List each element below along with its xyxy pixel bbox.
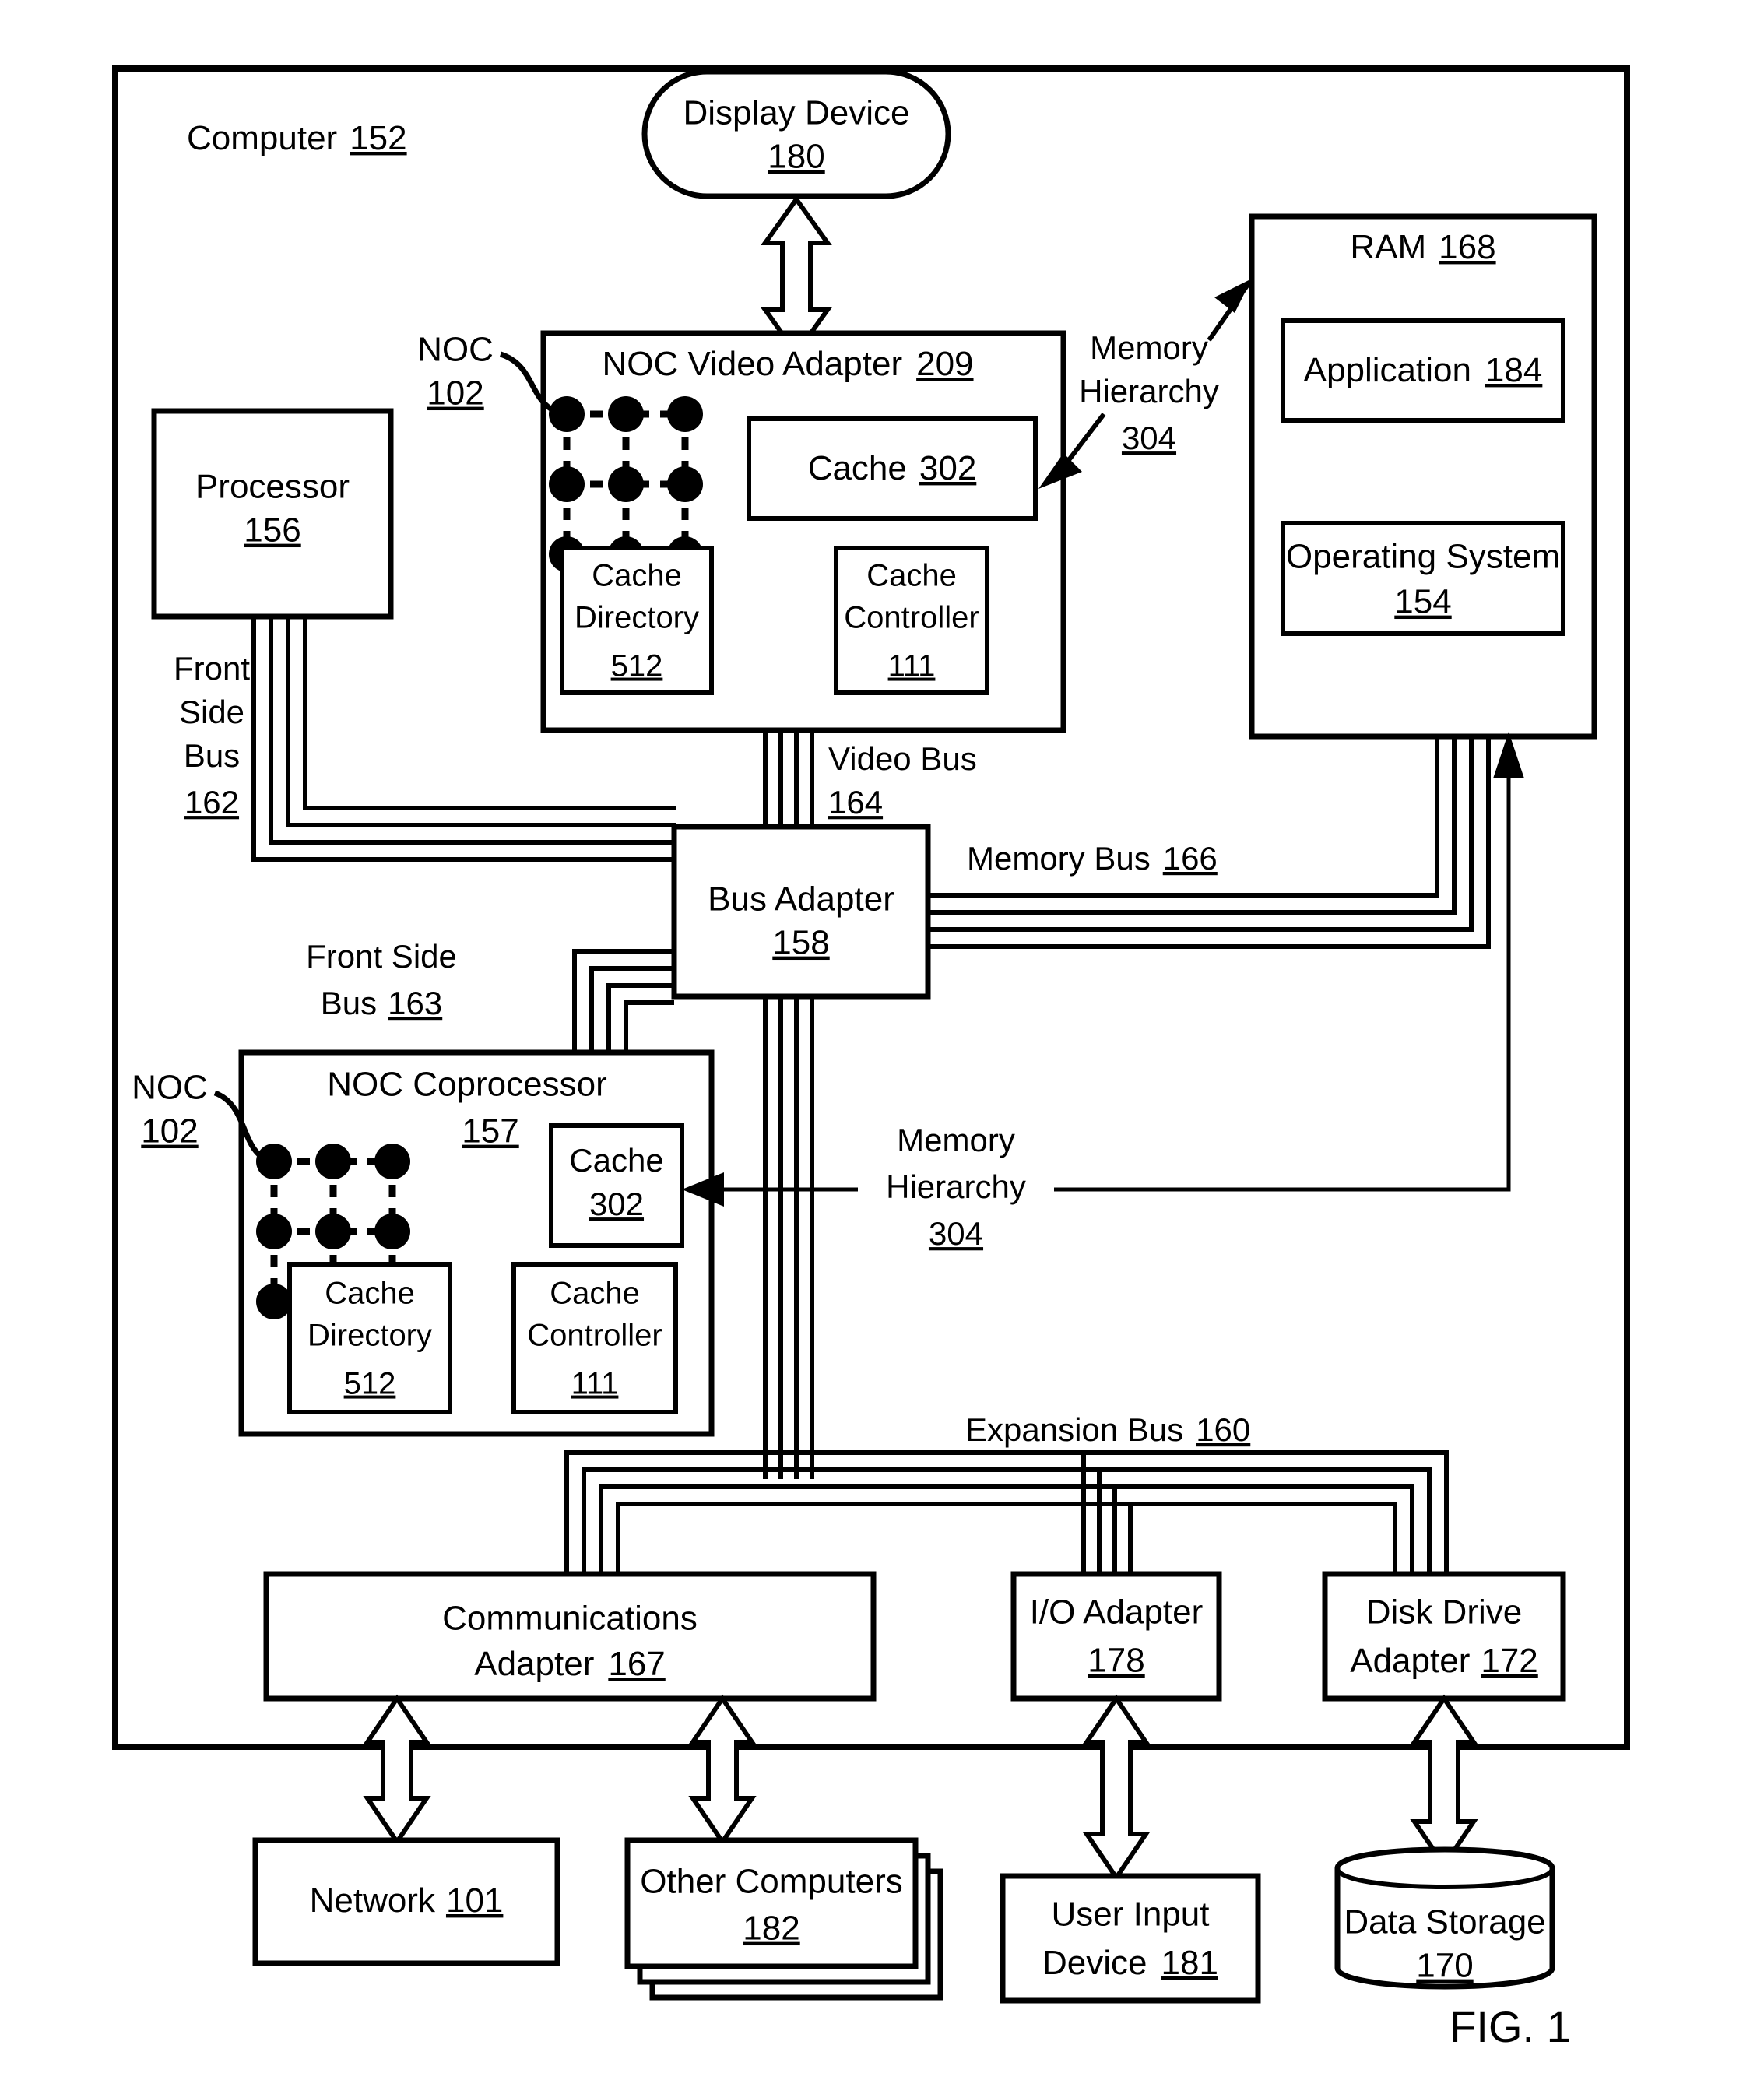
operating-system-label: Operating System (1286, 538, 1560, 576)
memory-hierarchy-bottom-ref: 304 (929, 1215, 983, 1252)
processor-label: Processor (195, 468, 350, 506)
expansion-bus-label: Expansion Bus 160 (965, 1411, 1250, 1448)
copro-cache-controller-line2: Controller (527, 1319, 662, 1353)
disk-drive-adapter-line2: Adapter 172 (1350, 1642, 1538, 1680)
video-cache-controller-ref: 111 (888, 649, 936, 683)
network-label: Network 101 (310, 1881, 504, 1920)
video-cache-controller-line2: Controller (844, 601, 979, 635)
user-input-device-line2: Device 181 (1042, 1944, 1218, 1982)
io-adapter-label: I/O Adapter (1030, 1593, 1204, 1632)
noc-label-top: NOC (417, 331, 494, 369)
memory-hierarchy-top-line1: Memory (1090, 329, 1208, 366)
memory-bus-label: Memory Bus 166 (967, 840, 1218, 877)
front-side-bus-162-line3: Bus (184, 737, 240, 774)
communications-adapter-line1: Communications (442, 1600, 698, 1638)
copro-cache-ref: 302 (589, 1186, 644, 1222)
memory-hierarchy-bottom-line1: Memory (897, 1122, 1015, 1158)
front-side-bus-162-line2: Side (179, 694, 244, 730)
noc-ref-bottom: 102 (141, 1112, 198, 1151)
computer-label: Computer 152 (187, 119, 407, 157)
copro-cache-directory-line2: Directory (307, 1319, 432, 1353)
display-device-box (641, 69, 951, 199)
data-storage-label: Data Storage (1344, 1903, 1545, 1941)
copro-cache-controller-ref: 111 (571, 1367, 619, 1401)
other-computers-label: Other Computers (640, 1863, 902, 1901)
io-user-input-arrow (1082, 1694, 1151, 1882)
video-bus-label: Video Bus (828, 740, 977, 777)
memory-hierarchy-bottom-line2: Hierarchy (886, 1168, 1026, 1205)
ram-box (1249, 213, 1597, 740)
disk-drive-adapter-line1: Disk Drive (1366, 1593, 1522, 1632)
noc-video-adapter-label: NOC Video Adapter 209 (602, 345, 973, 383)
application-label: Application 184 (1304, 351, 1543, 389)
user-input-device-line1: User Input (1052, 1896, 1210, 1934)
memory-hierarchy-top-line2: Hierarchy (1079, 373, 1219, 409)
copro-cache-label: Cache (569, 1142, 663, 1179)
ram-label: RAM 168 (1350, 228, 1495, 266)
display-device-ref: 180 (768, 138, 824, 176)
figure-canvas: Computer 152 Display Device 180 NOC Video… (112, 65, 1630, 2051)
video-bus-ref: 164 (828, 784, 883, 820)
copro-cache-directory-line1: Cache (325, 1277, 415, 1311)
processor-ref: 156 (244, 511, 300, 550)
front-side-bus-162-line1: Front (174, 650, 250, 687)
video-cache-controller-line1: Cache (866, 559, 957, 593)
front-side-bus-163-line1: Front Side (306, 938, 457, 975)
operating-system-ref: 154 (1394, 583, 1451, 621)
other-computers-ref: 182 (743, 1910, 799, 1948)
video-cache-directory-line1: Cache (592, 559, 682, 593)
data-storage-ref: 170 (1416, 1947, 1473, 1985)
noc-ref-top: 102 (427, 374, 483, 413)
memory-hierarchy-top-ref: 304 (1122, 420, 1176, 456)
front-side-bus-162-ref: 162 (184, 784, 239, 820)
communications-adapter-line2: Adapter 167 (474, 1645, 666, 1683)
video-cache-directory-ref: 512 (611, 649, 663, 683)
noc-coprocessor-ref: 157 (462, 1112, 518, 1151)
bus-adapter-ref: 158 (772, 924, 829, 962)
video-cache-label: Cache 302 (808, 449, 977, 487)
display-device-label: Display Device (683, 94, 910, 132)
noc-label-bottom: NOC (132, 1069, 208, 1107)
copro-cache-directory-ref: 512 (344, 1367, 396, 1401)
copro-cache-controller-line1: Cache (550, 1277, 640, 1311)
video-cache-directory-line2: Directory (575, 601, 699, 635)
patent-figure-page: Computer 152 Display Device 180 NOC Video… (0, 0, 1764, 2087)
io-adapter-ref: 178 (1088, 1642, 1144, 1680)
bus-adapter-label: Bus Adapter (708, 880, 894, 919)
other-computers-box (624, 1837, 919, 1969)
noc-coprocessor-label: NOC Coprocessor (327, 1066, 606, 1104)
figure-caption: FIG. 1 (1450, 2002, 1571, 2051)
